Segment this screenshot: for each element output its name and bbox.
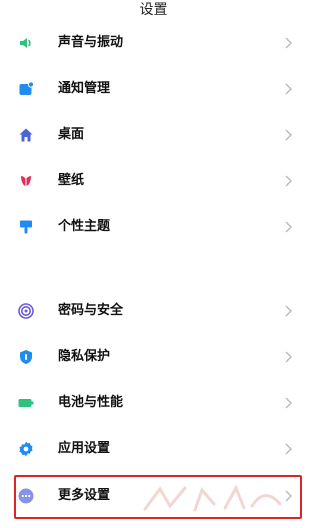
settings-item-label: 电池与性能 — [58, 395, 124, 410]
settings-item-privacy[interactable]: 隐私保护 — [0, 339, 307, 375]
flower-icon — [18, 173, 34, 189]
chevron-right-icon — [283, 217, 293, 237]
more-dots-icon — [18, 488, 34, 504]
chevron-right-icon — [283, 393, 293, 413]
settings-item-themes[interactable]: 个性主题 — [0, 209, 307, 245]
fingerprint-icon — [18, 303, 34, 319]
settings-item-label: 密码与安全 — [58, 303, 124, 318]
settings-item-label: 个性主题 — [58, 219, 111, 234]
gear-icon — [18, 441, 34, 457]
chevron-right-icon — [283, 79, 293, 99]
settings-item-label: 桌面 — [58, 127, 85, 142]
home-icon — [18, 127, 34, 143]
settings-item-desktop[interactable]: 桌面 — [0, 117, 307, 153]
settings-item-label: 声音与振动 — [58, 35, 124, 50]
group-divider — [0, 254, 307, 284]
settings-item-label: 应用设置 — [58, 441, 111, 456]
settings-item-battery-performance[interactable]: 电池与性能 — [0, 385, 307, 421]
page-title: 设置 — [139, 2, 168, 18]
chevron-right-icon — [283, 347, 293, 367]
settings-item-sound-vibration[interactable]: 声音与振动 — [0, 25, 307, 61]
chevron-right-icon — [283, 125, 293, 145]
settings-item-password-security[interactable]: 密码与安全 — [0, 293, 307, 329]
settings-item-app-settings[interactable]: 应用设置 — [0, 431, 307, 467]
settings-item-label: 壁纸 — [58, 173, 85, 188]
chevron-right-icon — [283, 33, 293, 53]
settings-item-label: 隐私保护 — [58, 349, 111, 364]
notification-icon — [18, 81, 34, 97]
brush-icon — [18, 219, 34, 235]
settings-item-wallpaper[interactable]: 壁纸 — [0, 163, 307, 199]
settings-item-notifications[interactable]: 通知管理 — [0, 71, 307, 107]
privacy-shield-icon — [18, 349, 34, 365]
chevron-right-icon — [283, 171, 293, 191]
settings-item-label: 通知管理 — [58, 81, 111, 96]
chevron-right-icon — [283, 486, 293, 506]
battery-icon — [18, 395, 34, 411]
speaker-icon — [18, 35, 34, 51]
chevron-right-icon — [283, 439, 293, 459]
chevron-right-icon — [283, 301, 293, 321]
settings-item-label: 更多设置 — [58, 488, 111, 503]
settings-screen: 设置 声音与振动 通知管理 桌面 壁纸 个性主题 密码与安全 隐私保护 电池与性… — [0, 0, 307, 528]
settings-item-more-settings[interactable]: 更多设置 — [0, 478, 307, 514]
